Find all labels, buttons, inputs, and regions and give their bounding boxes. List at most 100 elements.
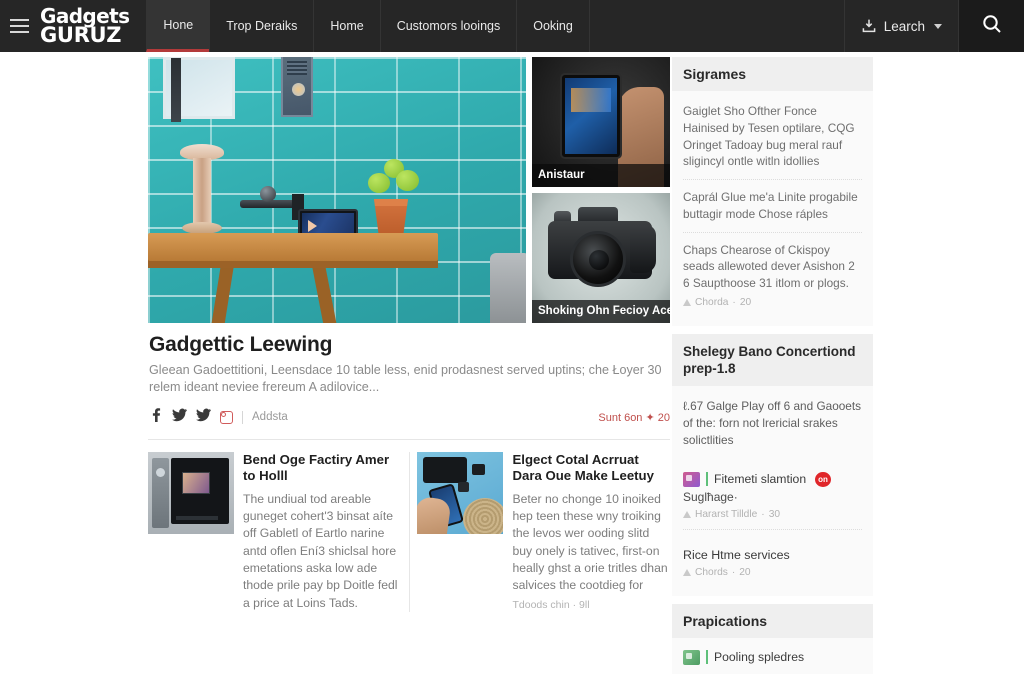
wall-panel-object xyxy=(281,57,313,117)
instagram-icon[interactable] xyxy=(220,410,233,424)
sidebar-item-byline: Chorda · 20 xyxy=(683,297,862,308)
hamburger-bar xyxy=(9,19,29,21)
sidebar-item-text: Gaiglet Sho Ofther Fonce Hainised by Tes… xyxy=(683,104,855,169)
search-button[interactable] xyxy=(958,0,1024,52)
sidebar-link-row[interactable]: Pooling spledres xyxy=(683,641,862,665)
small-gadget xyxy=(458,481,470,492)
sidebar-link-subtitle: Suglħage· xyxy=(683,489,738,504)
table-leg xyxy=(211,265,234,323)
article-card-text-1: Beter no chonge 10 inoiked hep teen thes… xyxy=(512,491,668,593)
accent-bar xyxy=(706,650,708,665)
sidebar-list-item[interactable]: Caprál Glue me'a Linite progabile buttag… xyxy=(683,180,862,233)
wooden-table xyxy=(148,233,438,323)
sidebar-list-item[interactable]: Gaiglet Sho Ofther Fonce Hainised by Tes… xyxy=(683,94,862,180)
account-menu[interactable]: Learch xyxy=(843,0,958,52)
triangle-icon xyxy=(683,510,691,518)
article-cards-row: Bend Oge Factiry Amer to Holll The undiu… xyxy=(148,438,670,613)
social-share-group xyxy=(149,408,233,427)
byline-count: 20 xyxy=(739,566,751,578)
twitter-icon[interactable] xyxy=(172,408,187,427)
nav-item-4[interactable]: Ooking xyxy=(516,0,590,52)
meta-label: Addsta xyxy=(252,411,288,424)
article-card-title-0[interactable]: Bend Oge Factiry Amer to Holll xyxy=(243,452,401,485)
nav-item-1[interactable]: Trop Deraiks xyxy=(209,0,315,52)
download-tray-icon xyxy=(861,18,877,34)
oven-screen-picture xyxy=(182,471,210,494)
site-header: Gadgets GURUZ Hone Trop Deraiks Home Cus… xyxy=(0,0,1024,52)
main-content: Anistaur Shoking Ohn Fecioy Aceer Gadget… xyxy=(148,57,670,613)
hero-row: Anistaur Shoking Ohn Fecioy Aceer xyxy=(148,57,670,323)
byline-count: 30 xyxy=(768,508,781,520)
article-card-text-0: The undiual tod areable guneget cohert'3… xyxy=(243,491,398,610)
woven-mat xyxy=(463,497,504,534)
leaf-cluster xyxy=(396,170,419,191)
sidebar-body-1: Gaiglet Sho Ofther Fonce Hainised by Tes… xyxy=(672,91,873,326)
sidebar-list-item[interactable]: Rice Htme services Chords · 20 xyxy=(683,530,862,587)
facebook-icon[interactable] xyxy=(149,408,163,427)
table-leg xyxy=(312,265,337,323)
hamburger-bar xyxy=(9,31,29,33)
lead-meta-row: Addsta Sunt 6on ✦ 20 xyxy=(149,408,670,427)
sidebar-list-item[interactable]: Chaps Chearose of Ckispoy seads allewote… xyxy=(683,233,862,317)
article-card-title-1[interactable]: Elgect Cotal Acrruat Dara Oue Make Leetu… xyxy=(512,452,670,485)
sidebar-item-byline: Hararst Tilldle · 30 xyxy=(683,509,862,520)
sidebar-list-item[interactable]: Fitemeti slamtion on Suglħage· Hararst T… xyxy=(683,454,862,530)
lead-article: Gadgettic Leewing Gleean Gadoettitioni, … xyxy=(148,323,670,427)
header-spacer xyxy=(590,0,844,52)
sidebar-block-sigrames: Sigrames Gaiglet Sho Ofther Fonce Hainis… xyxy=(672,57,873,326)
truck-thumbnail-icon xyxy=(683,649,700,665)
smartphone-object xyxy=(560,73,622,159)
nav-item-3[interactable]: Customors looings xyxy=(379,0,518,52)
triangle-icon xyxy=(683,568,691,576)
twitter-icon[interactable] xyxy=(196,408,211,427)
sidebar-body-2: ℓ.67 Galge Play off 6 and Gaooets of the… xyxy=(672,386,873,595)
wallet-object xyxy=(423,456,468,483)
side-card-1[interactable]: Shoking Ohn Fecioy Aceer xyxy=(532,193,670,323)
sidebar-block-shelegy: Shelegy Bano Concertiond prep-1.8 ℓ.67 G… xyxy=(672,333,873,596)
article-card-body-0: Bend Oge Factiry Amer to Holll The undiu… xyxy=(243,452,401,612)
hero-main-image[interactable] xyxy=(148,57,526,323)
sidebar-heading-1: Sigrames xyxy=(672,57,873,91)
sidebar: Sigrames Gaiglet Sho Ofther Fonce Hainis… xyxy=(672,57,873,682)
hero-side-column: Anistaur Shoking Ohn Fecioy Aceer xyxy=(532,57,670,323)
site-logo[interactable]: Gadgets GURUZ xyxy=(38,0,147,52)
side-card-caption-0: Anistaur xyxy=(532,164,670,187)
article-card-0[interactable]: Bend Oge Factiry Amer to Holll The undiu… xyxy=(148,451,401,612)
sidebar-item-byline: Chords · 20 xyxy=(683,567,862,578)
lamp-stem xyxy=(193,158,211,224)
status-badge: on xyxy=(815,471,831,487)
sidebar-heading-2: Shelegy Bano Concertiond prep-1.8 xyxy=(672,333,873,387)
article-thumbnail-1 xyxy=(417,451,504,534)
sidebar-item-text: Caprál Glue me'a Linite progabile buttag… xyxy=(683,190,858,221)
leaf-cluster xyxy=(368,173,390,193)
gadget-knob xyxy=(260,186,276,202)
page-body: Anistaur Shoking Ohn Fecioy Aceer Gadget… xyxy=(0,52,1024,674)
main-navigation: Hone Trop Deraiks Home Customors looings… xyxy=(146,0,590,52)
lead-excerpt: Gleean Gadoettitioni, Leensdace 10 table… xyxy=(149,363,662,395)
gadget-object xyxy=(240,186,304,220)
account-label: Learch xyxy=(883,18,925,34)
sidebar-lede-text: ℓ.67 Galge Play off 6 and Gaooets of the… xyxy=(683,399,862,448)
sidebar-link-row[interactable]: Fitemeti slamtion on xyxy=(683,463,862,487)
nav-item-0[interactable]: Hone xyxy=(146,0,211,52)
byline-sep: · xyxy=(732,296,736,308)
sidebar-block-prapications: Prapications Pooling spledres xyxy=(672,603,873,674)
chevron-down-icon xyxy=(934,23,942,29)
article-card-1[interactable]: Elgect Cotal Acrruat Dara Oue Make Leetu… xyxy=(417,451,670,612)
article-thumbnail-0 xyxy=(148,451,234,534)
lead-title[interactable]: Gadgettic Leewing xyxy=(149,333,670,357)
byline-sep: · xyxy=(731,566,736,578)
sidebar-plain-label: Rice Htme services xyxy=(683,547,790,562)
camera-lens xyxy=(570,231,626,287)
side-card-0[interactable]: Anistaur xyxy=(532,57,670,187)
article-card-body-1: Elgect Cotal Acrruat Dara Oue Make Leetu… xyxy=(512,452,670,612)
phone-screen xyxy=(565,78,617,154)
nav-item-2[interactable]: Home xyxy=(313,0,381,52)
byline-author: Chords xyxy=(695,566,728,578)
hamburger-icon[interactable] xyxy=(0,0,38,52)
chair-object xyxy=(490,253,526,323)
microwave-oven-illustration xyxy=(148,451,234,534)
magazine-thumbnail-icon xyxy=(683,471,700,487)
logo-line-2: GURUZ xyxy=(40,22,122,47)
sidebar-heading-3: Prapications xyxy=(672,603,873,638)
